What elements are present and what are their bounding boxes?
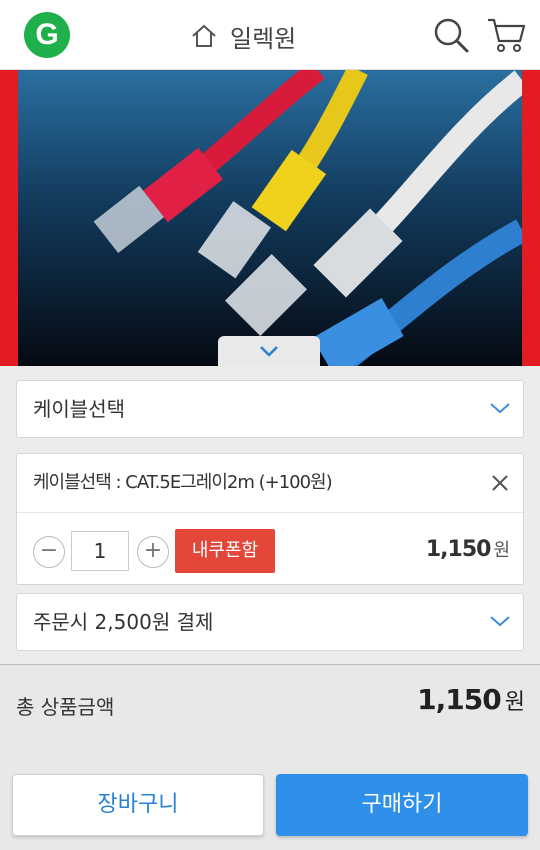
chevron-down-icon xyxy=(490,403,510,414)
cable-option-select[interactable]: 케이블선택 xyxy=(16,380,524,438)
option-price-unit: 원 xyxy=(493,540,510,561)
image-expand-toggle[interactable] xyxy=(218,336,320,366)
option-price: 1,150 원 xyxy=(425,536,510,562)
total-price-bar: 총 상품금액 1,150 원 xyxy=(0,664,540,758)
product-image xyxy=(0,70,540,366)
top-bar: G 일렉원 xyxy=(0,0,540,70)
cart-icon[interactable] xyxy=(486,16,526,54)
shop-home-link[interactable]: 일렉원 xyxy=(190,18,296,54)
total-price-value: 1,150 xyxy=(417,683,502,716)
selected-option-title: 케이블선택 : CAT.5E그레이2m (+100원) xyxy=(33,472,333,493)
payment-option-select[interactable]: 주문시 2,500원 결제 xyxy=(16,593,524,651)
add-to-cart-button[interactable]: 장바구니 xyxy=(12,774,264,836)
total-price-label: 총 상품금액 xyxy=(16,695,115,719)
g-logo[interactable]: G xyxy=(24,12,70,58)
quantity-decrease-button[interactable]: − xyxy=(33,536,65,568)
option-price-value: 1,150 xyxy=(425,537,492,562)
ethernet-cables-photo xyxy=(18,70,522,366)
payment-option-label: 주문시 2,500원 결제 xyxy=(33,610,214,634)
buy-now-button[interactable]: 구매하기 xyxy=(276,774,528,836)
shop-name: 일렉원 xyxy=(230,24,297,53)
divider xyxy=(17,512,523,513)
quantity-input[interactable]: 1 xyxy=(71,531,129,571)
my-coupon-button[interactable]: 내쿠폰함 xyxy=(175,529,275,573)
action-bar: 장바구니 구매하기 xyxy=(0,758,540,850)
chevron-down-icon xyxy=(490,616,510,627)
quantity-increase-button[interactable]: + xyxy=(137,536,169,568)
search-icon[interactable] xyxy=(432,16,470,54)
selected-option-card: 케이블선택 : CAT.5E그레이2m (+100원) − 1 + 내쿠폰함 1… xyxy=(16,453,524,585)
total-price-unit: 원 xyxy=(504,690,525,715)
plus-icon: + xyxy=(143,538,163,563)
minus-icon: − xyxy=(39,538,59,563)
cable-option-label: 케이블선택 xyxy=(33,397,125,421)
total-price: 1,150 원 xyxy=(417,683,525,716)
close-icon[interactable] xyxy=(491,474,509,492)
chevron-down-icon xyxy=(260,346,278,357)
home-icon xyxy=(192,24,216,47)
